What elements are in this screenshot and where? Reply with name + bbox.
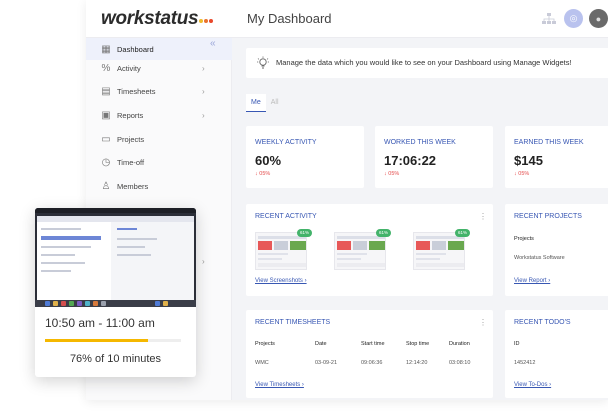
progress-text: 76% of 10 minutes [69, 353, 162, 365]
weekly-activity-card: WEEKLY ACTIVITY 60% ↓ 05% [246, 126, 364, 188]
screenshot-thumbnail[interactable]: 61% [334, 229, 391, 270]
page-title: My Dashboard [247, 11, 332, 26]
activity-percent-badge: 61% [455, 229, 470, 237]
project-row[interactable]: Workstatus Software [514, 255, 565, 261]
lightbulb-icon [257, 56, 269, 70]
stat-label: WEEKLY ACTIVITY [255, 139, 317, 146]
globe-icon[interactable]: ◎ [564, 9, 583, 28]
sidebar-item-projects[interactable]: ▭ Projects [86, 128, 232, 150]
progress-fill [45, 339, 149, 342]
card-title: RECENT TIMESHEETS [255, 319, 331, 326]
activity-percent-badge: 61% [297, 229, 312, 237]
column-header: ID [514, 341, 520, 347]
table-cell: 03-09-21 [315, 360, 338, 366]
sidebar-item-label: Activity [117, 63, 141, 73]
stat-value: 17:06:22 [384, 153, 437, 168]
view-report-link[interactable]: View Report › [514, 278, 550, 284]
column-header: Start time [361, 341, 385, 347]
column-header: Duration [449, 341, 470, 347]
brand-dot-2 [204, 19, 209, 23]
sidebar-item-label: Time-off [117, 157, 145, 167]
column-header: Date [315, 341, 327, 347]
recent-todos-card: RECENT TODO'S ID 1452412 View To-Dos › [505, 310, 608, 398]
time-range: 10:50 am - 11:00 am [45, 316, 155, 330]
sidebar-item-members[interactable]: ♙ Members [86, 175, 232, 197]
chevron-right-icon: › [202, 86, 205, 96]
more-options-icon[interactable]: ⋮ [479, 318, 487, 327]
stat-value: 60% [255, 153, 282, 168]
screenshot-preview-card: 10:50 am - 11:00 am 76% of 10 minutes [35, 208, 196, 377]
report-icon: ▣ [101, 109, 111, 121]
sidebar-item-time-off[interactable]: ◷ Time-off [86, 151, 232, 173]
table-cell: WMC [255, 360, 269, 366]
earned-this-week-card: EARNED THIS WEEK $145 ↓ 05% [505, 126, 608, 188]
workstatus-logo[interactable]: workstatus [101, 8, 214, 30]
stat-change: ↓ 05% [384, 171, 400, 177]
worked-this-week-card: WORKED THIS WEEK 17:06:22 ↓ 05% [375, 126, 493, 188]
brand-dot-3 [209, 19, 214, 23]
column-header: Projects [514, 236, 534, 242]
view-screenshots-link[interactable]: View Screenshots › [255, 278, 307, 284]
grid-icon: ▦ [101, 43, 111, 55]
table-cell: 03:08:10 [449, 360, 471, 366]
sidebar-item-label: Projects [117, 134, 145, 144]
top-bar: workstatus My Dashboard ◎ ● [86, 0, 608, 38]
activity-percent-badge: 61% [376, 229, 391, 237]
recent-projects-card: RECENT PROJECTS Projects Workstatus Soft… [505, 204, 608, 296]
stat-label: EARNED THIS WEEK [514, 139, 584, 146]
card-title: RECENT PROJECTS [514, 213, 582, 220]
screenshot-thumbnail[interactable]: 61% [413, 229, 470, 270]
clock-icon: ◷ [101, 156, 111, 168]
banner-text: Manage the data which you would like to … [276, 58, 572, 67]
view-todos-link[interactable]: View To-Dos › [514, 382, 551, 388]
manage-widgets-banner: Manage the data which you would like to … [246, 48, 608, 78]
top-icons: ◎ ● [539, 9, 608, 28]
folder-icon: ▭ [101, 133, 111, 145]
table-cell: 12:14:20 [406, 360, 428, 366]
stat-label: WORKED THIS WEEK [384, 139, 456, 146]
activity-progress-bar [45, 339, 181, 342]
chevron-right-icon: › [202, 256, 205, 266]
user-avatar[interactable]: ● [589, 9, 608, 28]
sidebar-item-label: Members [117, 181, 149, 191]
org-chart-icon[interactable] [539, 9, 558, 28]
sidebar-item-label: Timesheets [117, 86, 156, 96]
view-timesheets-link[interactable]: View Timesheets › [255, 382, 304, 388]
brand-name: workstatus [101, 8, 199, 29]
recent-activity-card: RECENT ACTIVITY ⋮ 61% 61% 61% View Scree… [246, 204, 493, 296]
tab-all[interactable]: All [266, 94, 284, 112]
sidebar-item-label: Reports [117, 110, 144, 120]
stat-value: $145 [514, 153, 543, 168]
timesheet-icon: ▤ [101, 85, 111, 97]
table-cell: 09:06:36 [361, 360, 383, 366]
column-header: Projects [255, 341, 275, 347]
column-header: Stop time [406, 341, 430, 347]
scope-tabs: Me All [246, 94, 284, 112]
sidebar-item-timesheets[interactable]: ▤ Timesheets › [86, 80, 232, 102]
chevron-right-icon: › [202, 63, 205, 73]
todo-row[interactable]: 1452412 [514, 360, 535, 366]
sidebar-item-activity[interactable]: % Activity › [86, 57, 232, 79]
sidebar-item-reports[interactable]: ▣ Reports › [86, 104, 232, 126]
stat-change: ↓ 05% [255, 171, 271, 177]
card-title: RECENT ACTIVITY [255, 213, 317, 220]
screenshot-thumbnail[interactable]: 61% [255, 229, 312, 270]
chevron-right-icon: › [202, 110, 205, 120]
recent-timesheets-card: RECENT TIMESHEETS ⋮ Projects Date Start … [246, 310, 493, 398]
card-title: RECENT TODO'S [514, 319, 571, 326]
double-chevron-left-icon[interactable]: « [210, 38, 216, 49]
main-content: Manage the data which you would like to … [232, 38, 608, 400]
more-options-icon[interactable]: ⋮ [479, 212, 487, 221]
activity-icon: % [101, 62, 111, 74]
tab-me[interactable]: Me [246, 94, 266, 112]
person-icon: ♙ [101, 180, 111, 192]
brand-dot-1 [199, 19, 204, 23]
sidebar-item-label: Dashboard [117, 44, 154, 54]
stat-change: ↓ 05% [514, 171, 530, 177]
desktop-screenshot[interactable] [35, 208, 196, 307]
